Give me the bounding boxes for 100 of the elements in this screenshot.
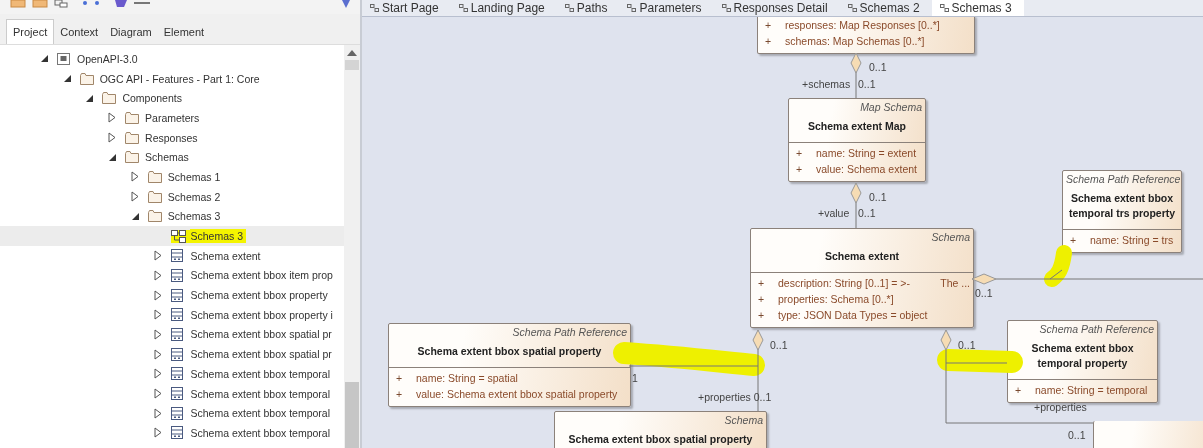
- tree-item[interactable]: Schema extent bbox spatial pr: [0, 344, 344, 364]
- shape-icon[interactable]: [114, 0, 128, 8]
- visibility-mark: +: [1069, 233, 1078, 249]
- tree-item[interactable]: OpenAPI-3.0: [0, 49, 344, 69]
- tree-item[interactable]: Schemas 2: [0, 186, 344, 207]
- tree-item[interactable]: Parameters: [0, 108, 344, 128]
- visibility-mark: +: [764, 34, 773, 49]
- attribute-text: schemas: Map Schemas [0..*]: [785, 34, 925, 49]
- tree-item[interactable]: Schema extent bbox temporal: [0, 423, 344, 443]
- visibility-mark: +: [1014, 383, 1023, 399]
- multiplicity-label: +value: [818, 207, 850, 219]
- collapsed-icon[interactable]: [153, 348, 162, 360]
- class-box[interactable]: Schema Schema extent + description: String [0..1] = >- The ... + properties: Schema [0..*] + type: JSON Data Types = object: [750, 228, 974, 329]
- visibility-mark: +: [757, 308, 766, 324]
- class-icon: [170, 347, 183, 361]
- collapsed-icon[interactable]: [153, 388, 162, 400]
- document-tab[interactable]: Schemas 2: [839, 0, 932, 16]
- collapsed-icon[interactable]: [153, 309, 162, 321]
- scroll-up-icon[interactable]: [347, 50, 357, 56]
- tree-item[interactable]: Schema extent bbox temporal: [0, 403, 344, 424]
- collapsed-icon[interactable]: [153, 289, 162, 301]
- document-tab[interactable]: Start Page: [362, 0, 451, 16]
- explorer-tab[interactable]: Project: [6, 19, 55, 44]
- tree-item[interactable]: Schemas 1: [0, 167, 344, 187]
- class-name: Schema extent bbox temporal property: [1030, 341, 1135, 372]
- scrollbar[interactable]: [344, 45, 360, 448]
- document-tab[interactable]: Responses Detail: [713, 0, 840, 16]
- visibility-mark: +: [764, 18, 773, 33]
- triangle-icon[interactable]: [342, 0, 350, 8]
- collapsed-icon[interactable]: [153, 328, 162, 340]
- tree-item[interactable]: Schema extent bbox property i: [0, 304, 344, 325]
- document-tab[interactable]: Schemas 3: [931, 0, 1024, 16]
- expanded-icon[interactable]: [40, 54, 49, 64]
- class-box[interactable]: Schema Path Reference Schema extent bbox spatial property + name: String = spatial + value: Schema extent bbox spatial property: [388, 323, 631, 408]
- multiplicity-label: 1: [632, 372, 638, 384]
- diagram-icon: [170, 229, 186, 243]
- attribute-text: name: String = trs: [1090, 233, 1174, 249]
- tree-item[interactable]: OGC API - Features - Part 1: Core: [0, 68, 344, 89]
- expanded-icon[interactable]: [62, 74, 72, 84]
- multiplicity-label: +schemas: [802, 78, 851, 90]
- tree-item[interactable]: Schemas 3: [0, 206, 344, 227]
- document-tab[interactable]: Paths: [556, 0, 620, 16]
- collapsed-icon[interactable]: [108, 132, 117, 144]
- class-icon: [170, 387, 183, 401]
- class-box[interactable]: Schema Path Reference Schema extent bbox temporal property + name: String = temporal: [1007, 320, 1158, 404]
- collapsed-icon[interactable]: [153, 368, 162, 380]
- visibility-mark: +: [757, 292, 766, 308]
- class-icon: [170, 288, 183, 302]
- explorer-tab[interactable]: Element: [157, 22, 211, 44]
- tree-item[interactable]: Components: [0, 88, 344, 109]
- scroll-thumb[interactable]: [345, 60, 359, 70]
- expanded-icon[interactable]: [85, 93, 95, 103]
- expanded-icon[interactable]: [108, 152, 118, 162]
- collapsed-icon[interactable]: [153, 407, 162, 419]
- tree-item[interactable]: Responses: [0, 127, 344, 148]
- stereotype-label: Map Schema: [859, 101, 922, 113]
- collapsed-icon[interactable]: [153, 269, 162, 281]
- class-box[interactable]: Schema Path Reference Schema extent bbox temporal trs property + name: String = trs: [1062, 170, 1182, 254]
- dot-icon[interactable]: [82, 0, 88, 6]
- multiplicity-label: +properties: [1034, 401, 1087, 413]
- class-name: Schema extent bbox temporal trs property: [1067, 191, 1177, 222]
- explorer-tab[interactable]: Context: [54, 22, 105, 44]
- collapsed-icon[interactable]: [108, 112, 117, 124]
- document-tab[interactable]: Parameters: [619, 0, 714, 16]
- attribute-text: name: String = temporal: [1035, 383, 1148, 399]
- folder-icon: [79, 72, 94, 85]
- scroll-thumb[interactable]: [345, 382, 359, 448]
- class-icon: [170, 308, 183, 322]
- attribute-note: The ...: [939, 276, 970, 292]
- collapsed-icon[interactable]: [153, 250, 162, 262]
- dot-icon[interactable]: [94, 0, 100, 6]
- tree-item[interactable]: Schema extent bbox property: [0, 285, 344, 305]
- collapsed-icon[interactable]: [130, 171, 139, 183]
- tree-item[interactable]: Schemas 3: [0, 226, 344, 246]
- class-icon: [170, 426, 183, 440]
- class-box[interactable]: + responses: Map Responses [0..*] + schemas: Map Schemas [0..*]: [757, 17, 975, 54]
- collapsed-icon[interactable]: [130, 191, 139, 203]
- class-name: Schema extent bbox spatial property: [567, 432, 754, 447]
- tree-item[interactable]: Schema extent bbox temporal: [0, 364, 344, 384]
- tree-item[interactable]: Schema extent: [0, 245, 344, 266]
- explorer-tab[interactable]: Diagram: [104, 22, 158, 44]
- multiplicity-label: +properties 0..1: [698, 391, 772, 403]
- class-name: Schema extent Map: [806, 119, 907, 134]
- visibility-mark: +: [395, 371, 404, 387]
- class-box[interactable]: Schema Schema extent bbox spatial property: [554, 411, 767, 448]
- tree-item[interactable]: Schemas: [0, 147, 344, 168]
- tree-item[interactable]: Schema extent bbox item prop: [0, 265, 344, 286]
- attribute-text: name: String = extent: [816, 146, 917, 162]
- window-icon[interactable]: [54, 0, 68, 8]
- class-box[interactable]: Map Schema Schema extent Map + name: String = extent + value: Schema extent: [788, 98, 926, 183]
- visibility-mark: +: [795, 146, 804, 162]
- tree-item[interactable]: Schema extent bbox temporal: [0, 383, 344, 404]
- expanded-icon[interactable]: [130, 211, 140, 221]
- diagram-icon: [458, 4, 468, 12]
- folder-icon: [147, 190, 162, 203]
- diagram-icon: [721, 4, 731, 12]
- collapsed-icon[interactable]: [153, 427, 162, 439]
- document-tab[interactable]: Landing Page: [450, 0, 557, 16]
- attribute-text: properties: Schema [0..*]: [778, 292, 894, 308]
- tree-item[interactable]: Schema extent bbox spatial pr: [0, 324, 344, 345]
